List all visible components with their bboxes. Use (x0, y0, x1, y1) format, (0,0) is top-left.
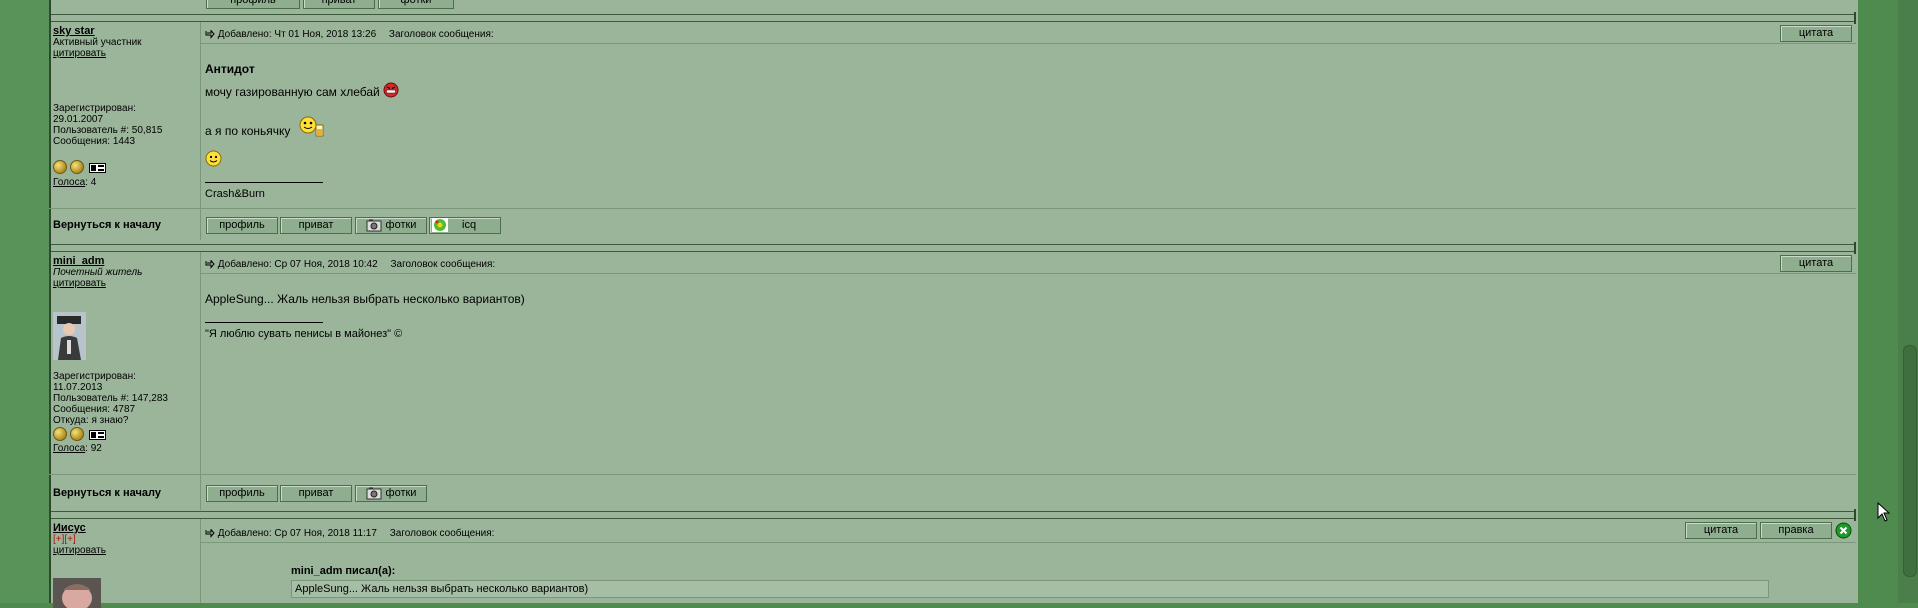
post-arrow-icon (205, 528, 215, 538)
avatar (53, 312, 86, 360)
quote-author-link[interactable]: цитировать (53, 545, 106, 556)
avatar (53, 578, 101, 608)
post-title: Антидот (205, 62, 255, 76)
post-separator (49, 509, 1856, 521)
quote-author-link[interactable]: цитировать (53, 278, 106, 289)
post-text-line: мочу газированную сам хлебай (205, 82, 399, 99)
registered-date: 11.07.2013 (53, 382, 103, 393)
post-body-panel: Добавлено: Ср 07 Ноя, 2018 11:17 Заголов… (201, 519, 1856, 603)
votes-link[interactable]: Голоса (53, 443, 85, 454)
post-body-panel: Добавлено: Ср 07 Ноя, 2018 10:42 Заголов… (201, 252, 1856, 510)
post-arrow-icon (205, 259, 215, 269)
quote-author-link[interactable]: цитировать (53, 48, 106, 59)
subject-label: Заголовок сообщения: (390, 259, 496, 270)
author-rank: [+][+] (53, 534, 76, 545)
quote-button[interactable]: цитата (1685, 522, 1757, 539)
award-bar-icon (89, 163, 106, 173)
author-rank: Активный участник (53, 37, 142, 48)
photos-button[interactable]: фотки (355, 485, 427, 502)
smile-icon (205, 150, 222, 167)
medal-icon (53, 160, 67, 174)
author-name[interactable]: Иисус (53, 522, 86, 534)
camera-icon (366, 487, 382, 500)
post-header: Добавлено: Ср 07 Ноя, 2018 10:42 Заголов… (205, 259, 495, 270)
medal-icon (53, 427, 67, 441)
registered-label: Зарегистрирован: (53, 103, 136, 114)
profile-button[interactable]: профиль (206, 485, 278, 502)
votes: Голоса: 92 (53, 443, 102, 454)
post-iisus: Иисус [+][+] цитировать Добавлено: Ср 07… (49, 519, 1856, 608)
quoted-text: AppleSung... Жаль нельзя выбрать несколь… (295, 583, 589, 595)
post-text: AppleSung... Жаль нельзя выбрать несколь… (205, 292, 525, 306)
quoted-author: mini_adm писал(а): (291, 565, 396, 577)
post-mini-adm: mini_adm Почетный житель цитировать Заре… (49, 252, 1856, 510)
mouse-cursor-icon (1877, 502, 1891, 522)
votes-value: : 4 (85, 177, 97, 188)
back-to-top-link[interactable]: Вернуться к началу (53, 219, 161, 231)
cheers-smiley-icon (299, 116, 324, 137)
author-rank: Почетный житель (53, 267, 143, 278)
camera-icon (366, 219, 382, 232)
location: Откуда: я знаю? (53, 415, 129, 426)
message-count: Сообщения: 4787 (53, 404, 136, 415)
registered-date: 29.01.2007 (53, 114, 104, 125)
votes: Голоса: 4 (53, 177, 96, 188)
award-bar-icon (89, 430, 106, 440)
post-text-line: а я по коньячку (205, 115, 326, 139)
icq-button[interactable]: icq (429, 217, 501, 234)
post-separator (49, 12, 1856, 24)
medal-icon (70, 427, 84, 441)
photos-button[interactable]: фотки (378, 0, 454, 9)
registered-label: Зарегистрирован: (53, 371, 136, 382)
post-header: Добавлено: Чт 01 Ноя, 2018 13:26 Заголов… (205, 29, 494, 40)
signature-divider (205, 322, 323, 323)
delete-icon[interactable] (1835, 522, 1852, 539)
medal-icon (70, 160, 84, 174)
post-date: Добавлено: Чт 01 Ноя, 2018 13:26 (217, 29, 377, 40)
profile-button[interactable]: профиль (206, 0, 300, 9)
scrollbar-thumb[interactable] (1903, 345, 1917, 577)
angry-smiley-icon (383, 82, 399, 98)
profile-button[interactable]: профиль (206, 217, 278, 234)
post-separator (49, 242, 1856, 254)
quote-button[interactable]: цитата (1780, 25, 1852, 42)
photos-label: фотки (385, 219, 417, 231)
subject-label: Заголовок сообщения: (389, 528, 495, 539)
private-message-button[interactable]: приват (280, 217, 352, 234)
signature: "Я люблю сувать пенисы в майонез" © (205, 328, 403, 340)
post-author-panel: mini_adm Почетный житель цитировать Заре… (49, 252, 201, 510)
author-name[interactable]: sky star (53, 25, 95, 37)
photos-button[interactable]: фотки (355, 217, 427, 234)
message-count: Сообщения: 1443 (53, 136, 136, 147)
icq-label: icq (462, 219, 477, 231)
post-line-text: а я по коньячку (205, 124, 291, 138)
post-date: Добавлено: Ср 07 Ноя, 2018 11:17 (217, 528, 377, 539)
post-sky-star: sky star Активный участник цитировать За… (49, 22, 1856, 240)
post-line-text: мочу газированную сам хлебай (205, 85, 380, 99)
private-message-button[interactable]: приват (280, 485, 352, 502)
user-number: Пользователь #: 50,815 (53, 125, 163, 136)
author-name[interactable]: mini_adm (53, 255, 104, 267)
quote-button[interactable]: цитата (1780, 255, 1852, 272)
edit-button[interactable]: правка (1760, 522, 1832, 539)
back-to-top-link[interactable]: Вернуться к началу (53, 487, 161, 499)
votes-link[interactable]: Голоса (53, 177, 85, 188)
subject-label: Заголовок сообщения: (388, 29, 494, 40)
signature: Crash&Burn (205, 188, 265, 200)
user-number: Пользователь #: 147,283 (53, 393, 168, 404)
photos-label: фотки (385, 487, 417, 499)
page-left-margin (0, 0, 49, 603)
quote-box: AppleSung... Жаль нельзя выбрать несколь… (291, 580, 1769, 598)
post-date: Добавлено: Ср 07 Ноя, 2018 10:42 (217, 259, 378, 270)
post-arrow-icon (205, 29, 215, 39)
votes-value: : 92 (85, 443, 102, 454)
private-message-button[interactable]: приват (303, 0, 375, 9)
post-header: Добавлено: Ср 07 Ноя, 2018 11:17 Заголов… (205, 528, 494, 539)
icq-flower-icon (432, 218, 448, 233)
post-author-panel: Иисус [+][+] цитировать (49, 519, 201, 608)
signature-divider (205, 182, 323, 183)
